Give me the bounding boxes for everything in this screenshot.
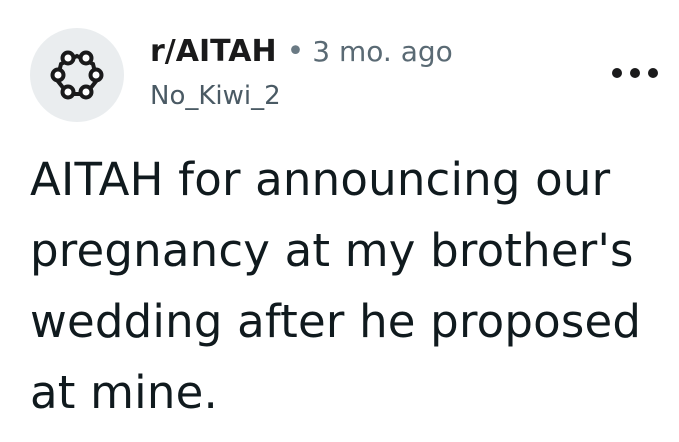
post-header: r/AITAH • 3 mo. ago No_Kiwi_2 bbox=[30, 28, 660, 128]
more-options-icon bbox=[612, 68, 622, 78]
subreddit-avatar[interactable] bbox=[30, 28, 124, 122]
post-meta-line: r/AITAH • 3 mo. ago bbox=[150, 32, 590, 72]
meta-separator: • bbox=[286, 34, 305, 69]
post-title[interactable]: AITAH for announcing our pregnancy at my… bbox=[30, 144, 650, 428]
community-snoo-icon bbox=[50, 50, 104, 100]
more-options-button[interactable] bbox=[612, 58, 658, 88]
more-options-icon bbox=[630, 68, 640, 78]
post-timestamp: 3 mo. ago bbox=[312, 35, 453, 68]
post-meta: r/AITAH • 3 mo. ago No_Kiwi_2 bbox=[150, 32, 590, 114]
subreddit-link[interactable]: r/AITAH bbox=[150, 32, 277, 72]
more-options-icon bbox=[648, 68, 658, 78]
author-link[interactable]: No_Kiwi_2 bbox=[150, 78, 590, 114]
